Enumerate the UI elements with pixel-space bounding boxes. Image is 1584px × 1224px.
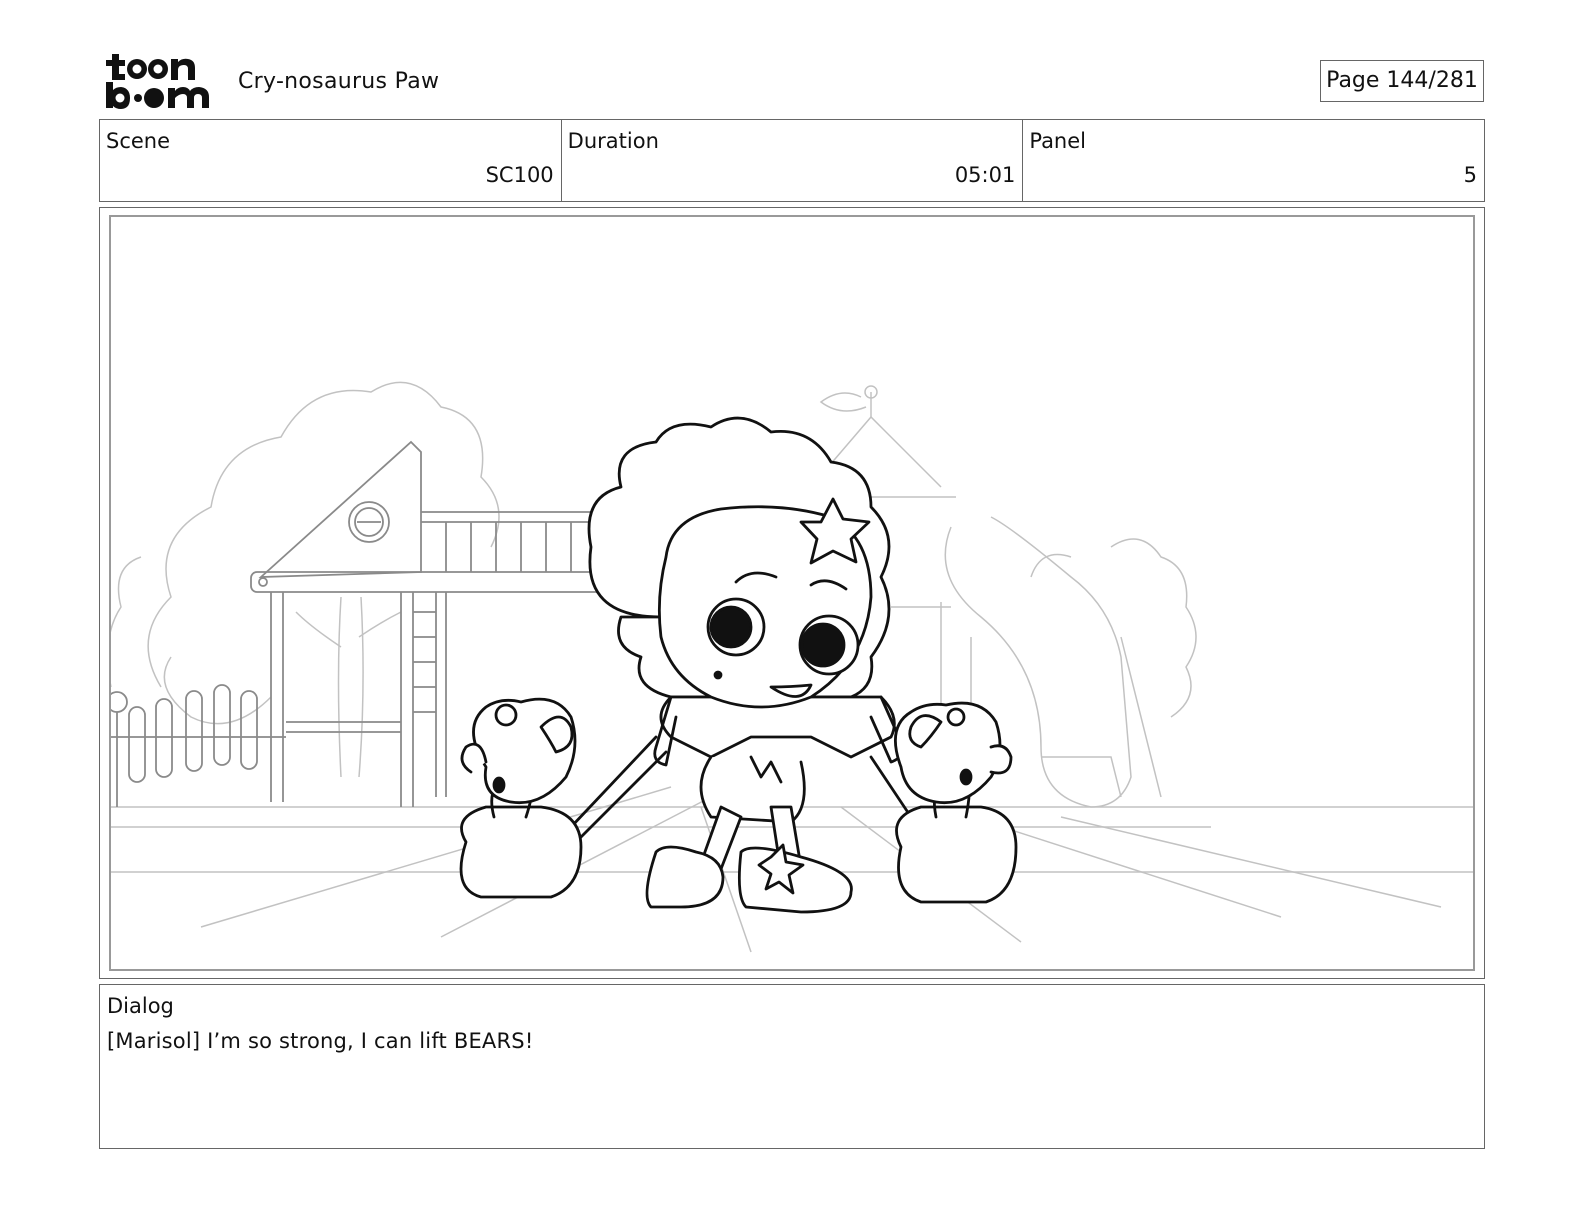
panel-drawing — [109, 215, 1475, 971]
page-indicator: Page 144/281 — [1320, 60, 1484, 102]
duration-cell: Duration 05:01 — [562, 120, 1024, 201]
dialog-text: [Marisol] I’m so strong, I can lift BEAR… — [107, 1029, 534, 1053]
teddy-bear-left — [459, 697, 583, 899]
dialog-box: Dialog [Marisol] I’m so strong, I can li… — [99, 984, 1485, 1149]
project-title: Cry-nosaurus Paw — [238, 69, 440, 94]
scene-label: Scene — [106, 129, 171, 153]
marisol-character — [569, 416, 913, 914]
duration-value: 05:01 — [954, 163, 1016, 187]
scene-cell: Scene SC100 — [100, 120, 562, 201]
toonboom-logo — [103, 50, 215, 112]
duration-label: Duration — [567, 129, 659, 153]
scene-value: SC100 — [485, 163, 554, 187]
storyboard-sketch — [111, 381, 1473, 953]
teddy-bear-right — [894, 701, 1018, 904]
info-row: Scene SC100 Duration 05:01 Panel 5 — [99, 119, 1485, 202]
panel-frame — [99, 207, 1485, 979]
toonboom-logo-mark — [106, 54, 209, 109]
panel-cell: Panel 5 — [1023, 120, 1484, 201]
panel-label: Panel — [1029, 129, 1086, 153]
dialog-label: Dialog — [107, 994, 174, 1018]
panel-value: 5 — [1463, 163, 1478, 187]
